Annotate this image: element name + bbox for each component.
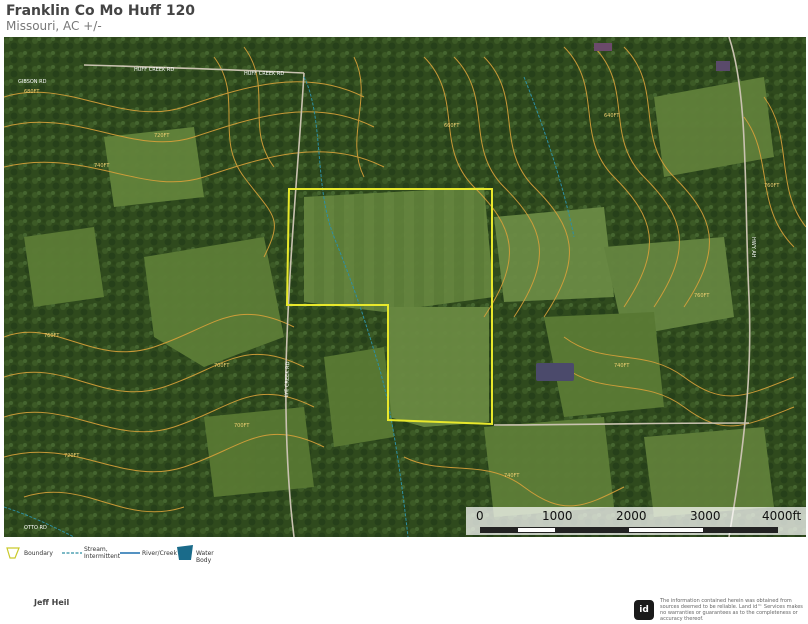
svg-text:700FT: 700FT <box>234 423 250 429</box>
svg-text:640FT: 640FT <box>604 113 620 119</box>
svg-text:740FT: 740FT <box>614 363 630 369</box>
aerial-map: 680FT 720FT 740FT 760FT 700FT 660FT 640F… <box>4 37 806 537</box>
scale-bar: 0 1000 2000 3000 4000ft <box>466 507 806 535</box>
author-name: Jeff Heil <box>34 598 70 607</box>
boundary-icon <box>6 547 20 559</box>
svg-text:660FT: 660FT <box>444 123 460 129</box>
svg-text:700FT: 700FT <box>214 363 230 369</box>
svg-text:760FT: 760FT <box>694 293 710 299</box>
svg-text:LYE CREEK RD: LYE CREEK RD <box>284 361 291 397</box>
svg-text:760FT: 760FT <box>764 183 780 189</box>
svg-text:HUFF CREEK RD: HUFF CREEK RD <box>134 67 174 73</box>
map-title: Franklin Co Mo Huff 120 <box>6 3 196 19</box>
map-subtitle: Missouri, AC +/- <box>6 19 102 33</box>
scale-label-4000: 4000ft <box>762 509 802 523</box>
map-view[interactable]: 680FT 720FT 740FT 760FT 700FT 660FT 640F… <box>4 37 806 537</box>
water-body-icon <box>177 545 193 560</box>
svg-text:OTTO RD: OTTO RD <box>24 525 47 531</box>
svg-text:720FT: 720FT <box>154 133 170 139</box>
svg-text:GIBSON RD: GIBSON RD <box>18 79 47 85</box>
svg-text:HUFF CREEK RD: HUFF CREEK RD <box>244 71 284 77</box>
svg-text:HWY AH: HWY AH <box>750 237 756 258</box>
legend-river-label: River/Creek <box>142 550 177 557</box>
legend-water-body-label: Water Body <box>196 550 214 564</box>
scale-label-1000: 1000 <box>542 509 573 523</box>
river-icon <box>120 552 140 554</box>
disclaimer-text: The information contained herein was obt… <box>660 598 803 622</box>
land-id-logo: id <box>634 600 654 620</box>
svg-text:720FT: 720FT <box>64 453 80 459</box>
svg-text:740FT: 740FT <box>94 163 110 169</box>
legend-stream-label: Stream, Intermittent <box>84 546 121 560</box>
svg-text:740FT: 740FT <box>504 473 520 479</box>
scale-label-3000: 3000 <box>690 509 721 523</box>
scale-label-2000: 2000 <box>616 509 647 523</box>
legend-boundary-label: Boundary <box>24 550 53 557</box>
scale-bar-graphic <box>480 527 778 533</box>
scale-label-0: 0 <box>476 509 484 523</box>
stream-icon <box>62 552 82 554</box>
svg-text:680FT: 680FT <box>24 89 40 95</box>
svg-text:760FT: 760FT <box>44 333 60 339</box>
